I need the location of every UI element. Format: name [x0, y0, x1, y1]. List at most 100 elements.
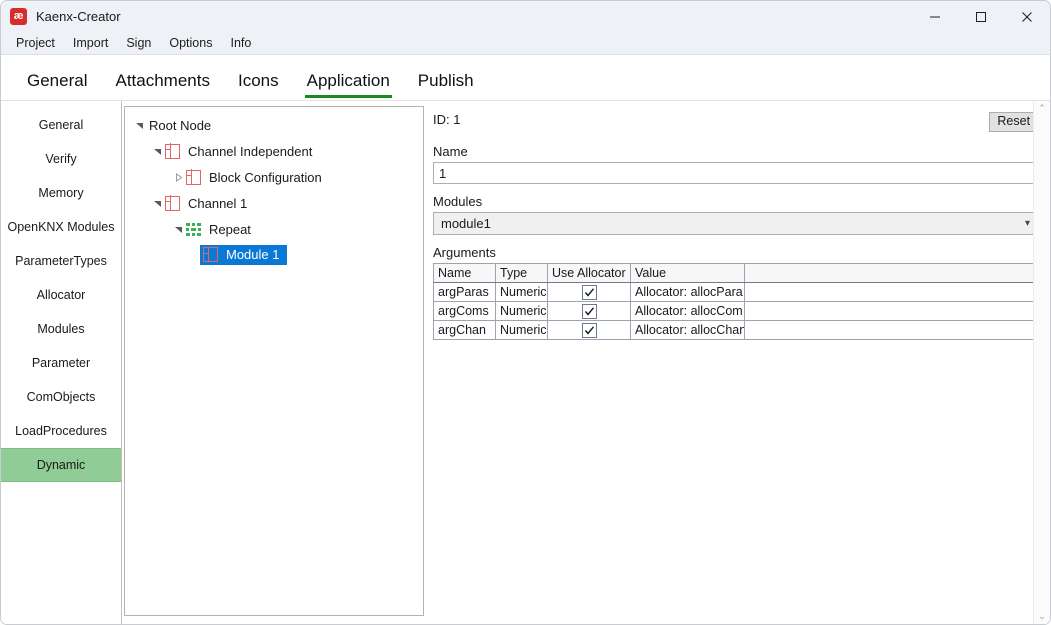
sidebar-item-memory[interactable]: Memory: [1, 176, 121, 210]
sidebar-item-parametertypes[interactable]: ParameterTypes: [1, 244, 121, 278]
sidebar-item-parameter[interactable]: Parameter: [1, 346, 121, 380]
menu-item-info[interactable]: Info: [221, 34, 260, 53]
channel-icon: [164, 143, 180, 159]
repeat-icon: [186, 222, 201, 237]
arguments-table: Name Type Use Allocator Value argParas N…: [433, 263, 1039, 340]
cell-type[interactable]: Numeric: [495, 320, 548, 340]
expand-arrow-right-icon[interactable]: [170, 172, 186, 182]
column-header-extra[interactable]: [743, 263, 1039, 283]
cell-value[interactable]: Allocator: allocChan: [630, 320, 745, 340]
menu-item-options[interactable]: Options: [160, 34, 221, 53]
checkbox-checked-icon[interactable]: [581, 284, 597, 300]
cell-type[interactable]: Numeric: [495, 282, 548, 302]
tab-general-label: General: [27, 71, 88, 90]
cell-use-allocator[interactable]: [547, 320, 631, 340]
tree-node-label: Module 1: [226, 247, 280, 262]
tab-icons[interactable]: Icons: [224, 71, 293, 100]
expand-arrow-down-icon[interactable]: [131, 121, 147, 130]
column-header-name[interactable]: Name: [433, 263, 496, 283]
tab-strip: General Attachments Icons Application Pu…: [1, 55, 1050, 101]
cell-type[interactable]: Numeric: [495, 301, 548, 321]
tree-node-selected-highlight[interactable]: Module 1: [200, 245, 288, 265]
tree-node-block-configuration[interactable]: Block Configuration: [125, 164, 423, 190]
content-area: General Verify Memory OpenKNX Modules Pa…: [1, 101, 1050, 624]
name-label: Name: [433, 144, 468, 159]
sidebar-item-modules[interactable]: Modules: [1, 312, 121, 346]
tree-node-channel-independent[interactable]: Channel Independent: [125, 138, 423, 164]
modules-select-value: module1: [441, 216, 491, 231]
expand-arrow-down-icon[interactable]: [149, 147, 165, 156]
menu-item-sign[interactable]: Sign: [117, 34, 160, 53]
cell-value[interactable]: Allocator: allocPara: [630, 282, 745, 302]
tab-publish[interactable]: Publish: [404, 71, 488, 100]
column-header-use-allocator[interactable]: Use Allocator: [547, 263, 631, 283]
id-row: ID: 1 Reset: [433, 112, 1039, 134]
tab-active-underline: [304, 95, 392, 98]
sidebar-item-loadprocedures[interactable]: LoadProcedures: [1, 414, 121, 448]
tab-general[interactable]: General: [13, 71, 101, 100]
menu-item-import[interactable]: Import: [64, 34, 117, 53]
maximize-icon[interactable]: [958, 1, 1004, 32]
tree-node-repeat[interactable]: Repeat: [125, 216, 423, 242]
title-bar: æ Kaenx-Creator: [1, 1, 1050, 33]
tab-attachments[interactable]: Attachments: [101, 71, 224, 100]
sidebar-item-openknx-modules[interactable]: OpenKNX Modules: [1, 210, 121, 244]
column-header-value[interactable]: Value: [630, 263, 745, 283]
tab-application-label: Application: [306, 71, 390, 90]
minimize-icon[interactable]: [912, 1, 958, 32]
tab-attachments-label: Attachments: [115, 71, 210, 90]
tree-node-label: Channel 1: [188, 195, 248, 211]
channel-icon: [202, 246, 218, 263]
tab-icons-label: Icons: [237, 71, 279, 90]
menu-item-project[interactable]: Project: [7, 34, 64, 53]
window-title: Kaenx-Creator: [36, 9, 121, 24]
name-input[interactable]: 1: [433, 162, 1039, 184]
table-row[interactable]: argChan Numeric Allocator: allocChan: [433, 320, 1039, 340]
cell-name[interactable]: argChan: [433, 320, 496, 340]
tree-node-label: Channel Independent: [188, 143, 313, 159]
chevron-down-icon: ▾: [1025, 217, 1031, 229]
expand-arrow-down-icon[interactable]: [170, 225, 186, 234]
menu-bar: Project Import Sign Options Info: [1, 33, 1050, 55]
table-row[interactable]: argComs Numeric Allocator: allocCom: [433, 301, 1039, 321]
table-row[interactable]: argParas Numeric Allocator: allocPara: [433, 282, 1039, 302]
checkbox-checked-icon[interactable]: [581, 303, 597, 319]
cell-use-allocator[interactable]: [547, 282, 631, 302]
modules-label: Modules: [433, 194, 483, 209]
sidebar-item-comobjects[interactable]: ComObjects: [1, 380, 121, 414]
ae-logo-icon: æ: [10, 8, 27, 25]
sidebar: General Verify Memory OpenKNX Modules Pa…: [1, 101, 122, 624]
column-header-type[interactable]: Type: [495, 263, 548, 283]
cell-name[interactable]: argComs: [433, 301, 496, 321]
cell-use-allocator[interactable]: [547, 301, 631, 321]
cell-extra[interactable]: [743, 282, 1039, 302]
tab-application[interactable]: Application: [293, 71, 404, 100]
cell-extra[interactable]: [743, 301, 1039, 321]
window-controls: [912, 1, 1050, 32]
expand-arrow-down-icon[interactable]: [149, 199, 165, 208]
channel-icon: [185, 169, 201, 185]
tab-publish-label: Publish: [417, 71, 474, 90]
arguments-label: Arguments: [433, 245, 496, 260]
cell-value[interactable]: Allocator: allocCom: [630, 301, 745, 321]
vertical-scrollbar[interactable]: ⌃ ⌄: [1033, 101, 1050, 624]
tree-node-label: Block Configuration: [209, 169, 322, 185]
modules-select[interactable]: module1 ▾: [433, 212, 1039, 235]
close-icon[interactable]: [1004, 1, 1050, 32]
sidebar-item-verify[interactable]: Verify: [1, 142, 121, 176]
scroll-up-icon[interactable]: ⌃: [1038, 104, 1046, 113]
dynamic-tree: Root Node Channel Independent Block Conf…: [124, 106, 424, 616]
tree-node-label: Root Node: [149, 117, 212, 133]
sidebar-item-allocator[interactable]: Allocator: [1, 278, 121, 312]
sidebar-item-general[interactable]: General: [1, 108, 121, 142]
sidebar-item-dynamic[interactable]: Dynamic: [1, 448, 121, 482]
tree-node-root[interactable]: Root Node: [125, 112, 423, 138]
cell-name[interactable]: argParas: [433, 282, 496, 302]
scroll-down-icon[interactable]: ⌄: [1038, 612, 1046, 621]
reset-button[interactable]: Reset: [989, 112, 1039, 132]
checkbox-checked-icon[interactable]: [581, 322, 597, 338]
cell-extra[interactable]: [743, 320, 1039, 340]
table-header-row: Name Type Use Allocator Value: [433, 263, 1039, 283]
tree-node-module-1[interactable]: Module 1: [125, 242, 423, 268]
tree-node-channel-1[interactable]: Channel 1: [125, 190, 423, 216]
